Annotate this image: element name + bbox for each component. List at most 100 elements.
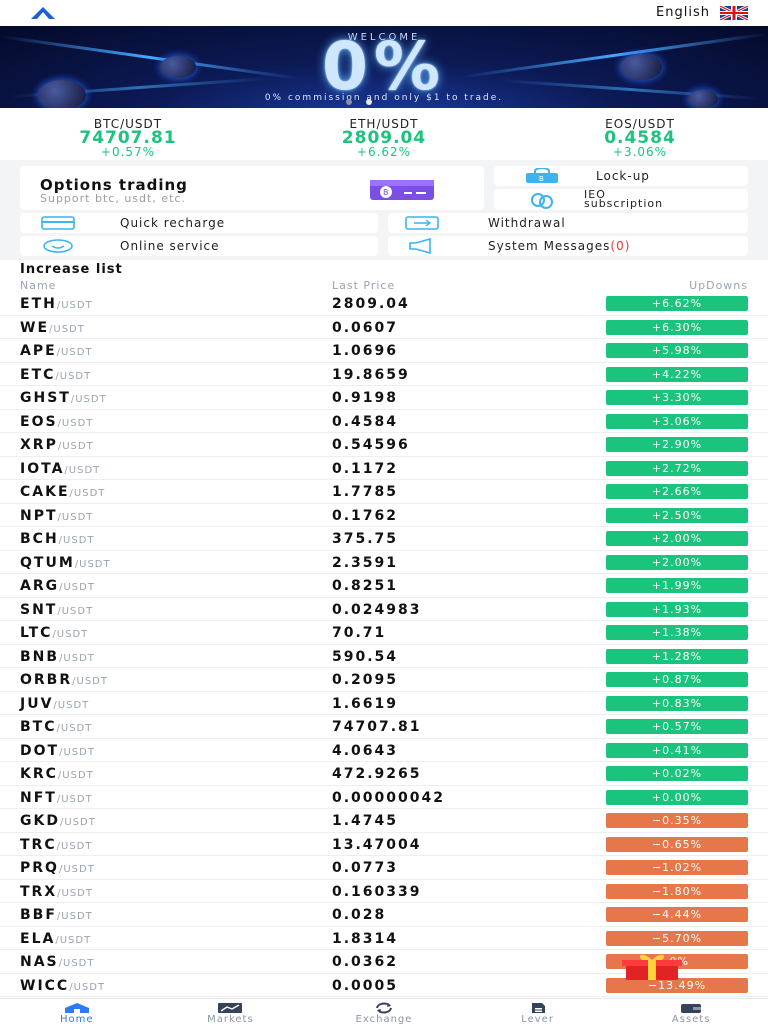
coin-quote: /USDT <box>59 652 95 664</box>
table-row[interactable]: WE/USDT 0.0607 +6.30% <box>0 316 768 339</box>
last-price: 0.4584 <box>332 413 399 430</box>
table-row[interactable]: PRQ/USDT 0.0773 −1.02% <box>0 856 768 880</box>
table-row[interactable]: ETC/USDT 19.8659 +4.22% <box>0 363 768 386</box>
table-row[interactable]: JUV/USDT 1.6619 +0.83% <box>0 692 768 715</box>
table-row[interactable]: KRC/USDT 472.9265 +0.02% <box>0 762 768 786</box>
carousel-dot[interactable] <box>346 99 352 105</box>
table-row[interactable]: APE/USDT 1.0696 +5.98% <box>0 339 768 363</box>
coin-quote: /USDT <box>49 323 85 335</box>
coin-base: TRC <box>20 836 57 853</box>
coin-pair: WE/USDT <box>20 320 85 336</box>
last-price: 0.024983 <box>332 601 422 618</box>
table-row[interactable]: BNB/USDT 590.54 +1.28% <box>0 645 768 668</box>
language-selector[interactable]: English <box>656 5 748 20</box>
table-row[interactable]: GKD/USDT 1.4745 −0.35% <box>0 809 768 833</box>
coin-quote: /USDT <box>55 370 92 382</box>
coin-quote: /USDT <box>58 958 95 969</box>
gift-box-icon[interactable] <box>614 952 694 982</box>
last-price: 1.6619 <box>332 695 399 712</box>
table-row[interactable]: IOTA/USDT 0.1172 +2.72% <box>0 457 768 480</box>
table-row[interactable]: XRP/USDT 0.54596 +2.90% <box>0 433 768 457</box>
coin-quote: /USDT <box>56 347 93 358</box>
table-row[interactable]: EOS/USDT 0.4584 +3.06% <box>0 410 768 433</box>
last-price: 4.0643 <box>332 742 399 759</box>
coin-base: PRQ <box>20 860 59 876</box>
chat-icon <box>43 239 73 253</box>
lockup-card[interactable]: B Lock-up <box>494 166 748 186</box>
coin-quote: /USDT <box>57 605 94 617</box>
change-badge: +3.30% <box>606 390 748 405</box>
nav-lever[interactable]: Lever <box>461 999 615 1024</box>
table-row[interactable]: NPT/USDT 0.1762 +2.50% <box>0 504 768 527</box>
nav-assets[interactable]: Assets <box>614 999 768 1024</box>
change-badge: +6.62% <box>606 296 748 311</box>
logo-icon[interactable] <box>30 6 56 20</box>
coin-quote: /USDT <box>59 746 95 758</box>
promo-banner[interactable]: WELCOME 0% 0% commission and only $1 to … <box>0 26 768 108</box>
table-row[interactable]: CAKE/USDT 1.7785 +2.66% <box>0 480 768 504</box>
nav-assets-label: Assets <box>671 1014 711 1024</box>
coin-pair: CAKE/USDT <box>20 484 105 500</box>
nav-exchange[interactable]: Exchange <box>307 999 461 1024</box>
coin-base: APE <box>20 343 57 359</box>
table-row[interactable]: ARG/USDT 0.8251 +1.99% <box>0 574 768 598</box>
coin-base: SNT <box>20 601 58 618</box>
table-row[interactable]: GHST/USDT 0.9198 +3.30% <box>0 386 768 410</box>
table-row[interactable]: TRX/USDT 0.160339 −1.80% <box>0 880 768 903</box>
list-header: Name Last Price UpDowns <box>0 279 768 293</box>
table-row[interactable]: ETH/USDT 2809.04 +6.62% <box>0 292 768 316</box>
coin-pair: IOTA/USDT <box>20 461 100 477</box>
last-price: 0.1172 <box>332 460 399 477</box>
coin-pair: PRQ/USDT <box>20 860 95 876</box>
coin-pair: BBF/USDT <box>20 907 93 923</box>
change-badge: −0.65% <box>606 836 748 852</box>
change-badge: +1.38% <box>606 625 748 640</box>
withdrawal-label: Withdrawal <box>488 216 566 230</box>
table-row[interactable]: ELA/USDT 1.8314 −5.70% <box>0 927 768 950</box>
table-row[interactable]: NFT/USDT 0.00000042 +0.00% <box>0 786 768 809</box>
nav-home[interactable]: Home <box>0 999 154 1024</box>
coin-base: TRX <box>20 883 58 900</box>
last-price: 2.3591 <box>332 554 399 571</box>
table-row[interactable]: BBF/USDT 0.028 −4.44% <box>0 903 768 927</box>
table-row[interactable]: DOT/USDT 4.0643 +0.41% <box>0 739 768 762</box>
carousel-dot-active[interactable] <box>366 99 372 105</box>
change-badge: +2.66% <box>606 484 748 499</box>
quick-recharge-button[interactable]: Quick recharge <box>20 213 378 233</box>
table-row[interactable]: BCH/USDT 375.75 +2.00% <box>0 527 768 551</box>
ticker-eos[interactable]: EOS/USDT 0.4584 +3.06% <box>540 118 740 158</box>
change-badge: −0.35% <box>606 813 748 828</box>
ieo-subscription-card[interactable]: IEO subscription <box>494 188 748 210</box>
wallet-icon <box>681 1004 702 1013</box>
ticker-eth[interactable]: ETH/USDT 2809.04 +6.62% <box>284 118 484 158</box>
table-row[interactable]: TRC/USDT 13.47004 −0.65% <box>0 833 768 856</box>
table-row[interactable]: BTC/USDT 74707.81 +0.57% <box>0 715 768 739</box>
table-row[interactable]: ORBR/USDT 0.2095 +0.87% <box>0 668 768 692</box>
change-badge: −5.70% <box>606 930 748 946</box>
exchange-icon <box>375 1002 392 1014</box>
change-badge: +4.22% <box>606 366 748 382</box>
home-icon <box>64 1003 89 1013</box>
table-row[interactable]: QTUM/USDT 2.3591 +2.00% <box>0 551 768 574</box>
system-messages-button[interactable]: System Messages(0) <box>388 236 748 256</box>
change-badge: −1.02% <box>606 860 748 875</box>
last-price: 1.7785 <box>332 484 399 500</box>
top-bar: English <box>0 0 768 26</box>
table-row[interactable]: LTC/USDT 70.71 +1.38% <box>0 621 768 645</box>
change-badge: +0.00% <box>606 789 748 805</box>
banner-headline: 0% <box>321 28 447 105</box>
coin-pair: NAS/USDT <box>20 954 95 970</box>
coin-quote: /USDT <box>69 981 106 993</box>
last-price: 13.47004 <box>332 836 422 853</box>
coin-quote: /USDT <box>56 723 93 734</box>
withdrawal-button[interactable]: Withdrawal <box>388 213 748 233</box>
coin-pair: ETC/USDT <box>20 367 91 383</box>
ticker-btc[interactable]: BTC/USDT 74707.81 +0.57% <box>28 118 228 158</box>
options-trading-card[interactable]: Options trading Support btc, usdt, etc. … <box>20 166 484 210</box>
table-row[interactable]: SNT/USDT 0.024983 +1.93% <box>0 598 768 621</box>
coin-pair: GHST/USDT <box>20 390 107 406</box>
coin-pair: NFT/USDT <box>20 790 93 806</box>
online-service-button[interactable]: Online service <box>20 236 378 256</box>
lock-icon: B <box>526 168 558 183</box>
nav-markets[interactable]: Markets <box>154 999 308 1024</box>
